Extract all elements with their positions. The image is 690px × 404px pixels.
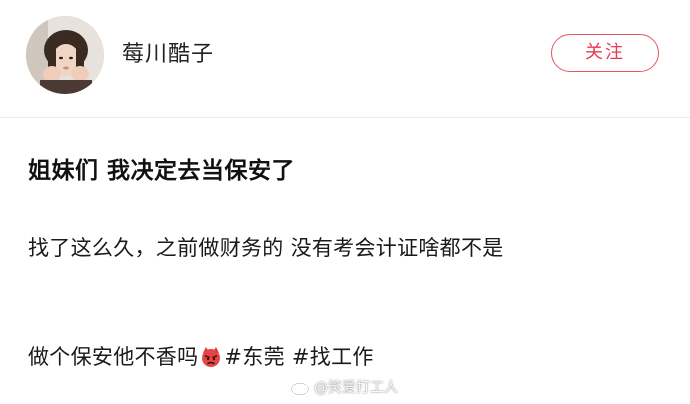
- post-title: 姐妹们 我决定去当保安了: [28, 158, 296, 184]
- weibo-icon: [290, 378, 312, 396]
- tagline-text: 做个保安他不香吗: [28, 345, 199, 369]
- post-header: 莓川酷子 关注: [0, 0, 690, 112]
- username[interactable]: 莓川酷子: [122, 40, 214, 70]
- avatar-image: [26, 16, 104, 94]
- divider: [0, 117, 690, 118]
- hashtag-find-job[interactable]: #找工作: [292, 345, 374, 369]
- follow-button[interactable]: 关注: [551, 34, 659, 72]
- watermark: @笑爱打工人: [290, 376, 398, 400]
- hashtag-dongguan[interactable]: #东莞: [224, 345, 285, 369]
- angry-face-emoji-icon: [199, 343, 223, 367]
- post-tagline: 做个保安他不香吗 #东莞 #找工作: [28, 339, 374, 375]
- avatar[interactable]: [26, 16, 104, 94]
- post-body: 找了这么久，之前做财务的 没有考会计证啥都不是: [28, 236, 504, 260]
- watermark-text: @笑爱打工人: [314, 380, 398, 396]
